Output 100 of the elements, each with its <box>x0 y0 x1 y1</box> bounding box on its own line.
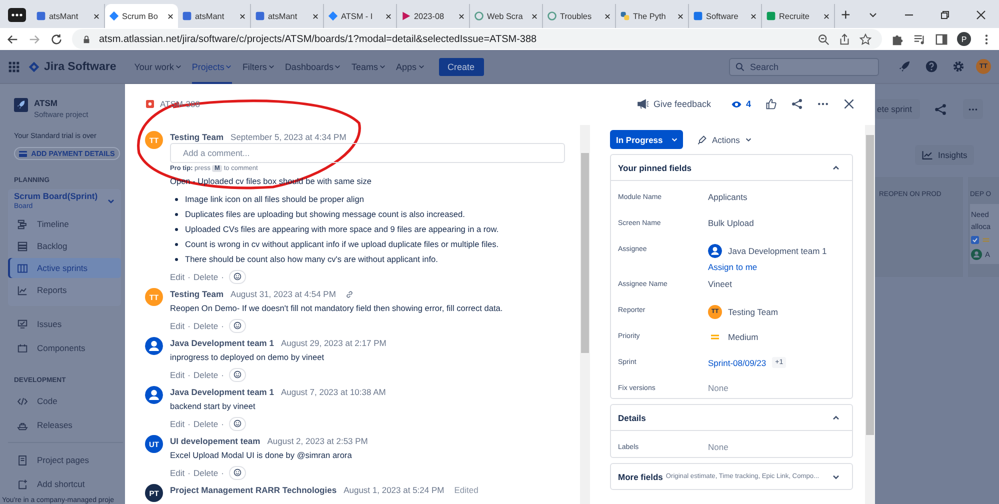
sidebar-item[interactable]: Active sprints <box>8 258 121 278</box>
profile-avatar[interactable]: P <box>957 32 971 46</box>
comment-action-link[interactable]: Edit <box>170 370 185 380</box>
project-name[interactable]: ATSM <box>34 98 88 108</box>
sidebar-item[interactable]: Backlog <box>8 236 121 256</box>
add-reaction-button[interactable] <box>228 416 246 430</box>
comment-author[interactable]: Java Development team 1 <box>170 338 274 348</box>
sidebar-item[interactable]: Add shortcut <box>8 474 123 494</box>
card-title[interactable]: Your pinned fields <box>618 162 692 172</box>
address-field[interactable]: atsm.atlassian.net/jira/software/c/projects/ATSM/boards/1?modal=detail&selectedIssue=ATSM-388 <box>72 29 882 49</box>
scrollbar[interactable] <box>580 125 590 504</box>
thumbs-up-icon[interactable] <box>765 98 777 110</box>
close-icon[interactable] <box>385 12 392 20</box>
status-dropdown[interactable]: In Progress <box>610 130 683 149</box>
comment-time[interactable]: August 2, 2023 at 2:53 PM <box>267 436 368 446</box>
field-value[interactable]: None <box>708 442 728 452</box>
complete-sprint-button[interactable]: ete sprint <box>875 99 920 119</box>
comment-author[interactable]: Project Management RARR Technologies <box>170 485 337 495</box>
create-button[interactable]: Create <box>438 58 484 76</box>
close-icon[interactable] <box>750 12 757 20</box>
comment-field[interactable]: Add a comment... <box>170 143 565 163</box>
puzzle-icon[interactable] <box>891 32 904 46</box>
field-value[interactable]: Testing Team <box>728 307 778 317</box>
assign-to-me-link[interactable]: Assign to me <box>708 262 827 272</box>
comment-author[interactable]: Testing Team <box>170 132 224 142</box>
board-name[interactable]: Scrum Board(Sprint) <box>14 191 107 201</box>
restore-icon[interactable] <box>939 9 951 21</box>
close-icon[interactable] <box>531 12 538 20</box>
rocket-icon[interactable] <box>898 60 911 73</box>
reload-icon[interactable] <box>50 32 63 46</box>
share-icon[interactable] <box>838 32 851 46</box>
comment-action-link[interactable]: Delete <box>194 418 218 428</box>
field-value[interactable]: Vineet <box>708 279 732 289</box>
app-grid-icon[interactable] <box>8 60 20 72</box>
comment-author[interactable]: UI developement team <box>170 436 260 446</box>
chevron-down-icon[interactable] <box>832 472 840 480</box>
product-name[interactable]: Jira Software <box>44 60 116 72</box>
field-value[interactable]: Bulk Upload <box>708 218 754 228</box>
field-value[interactable]: Java Development team 1 <box>728 246 827 256</box>
link-icon[interactable] <box>344 290 354 298</box>
sidebar-item[interactable]: Issues <box>8 314 123 334</box>
comment-author[interactable]: Java Development team 1 <box>170 387 274 397</box>
help-icon[interactable] <box>925 60 938 73</box>
close-icon[interactable] <box>975 9 987 21</box>
comment-time[interactable]: August 31, 2023 at 4:54 PM <box>230 289 336 299</box>
comment-action-link[interactable]: Delete <box>194 468 218 478</box>
media-icon[interactable] <box>913 32 926 46</box>
zoom-icon[interactable] <box>817 32 830 46</box>
comment-action-link[interactable]: Delete <box>194 272 218 282</box>
close-icon[interactable] <box>167 12 174 20</box>
close-icon[interactable] <box>604 12 611 20</box>
close-icon[interactable] <box>239 12 246 20</box>
jira-logo-icon[interactable] <box>28 60 40 72</box>
close-icon[interactable] <box>458 12 465 20</box>
nav-menu[interactable]: Teams <box>351 50 386 84</box>
chevron-up-icon[interactable] <box>832 414 840 422</box>
close-icon[interactable] <box>823 12 830 20</box>
comment-time[interactable]: August 7, 2023 at 10:38 AM <box>280 387 386 397</box>
sidebar-item[interactable]: Reports <box>8 280 121 300</box>
nav-menu[interactable]: Apps <box>396 50 424 84</box>
sidebar-item[interactable]: Code <box>8 391 123 411</box>
star-icon[interactable] <box>859 32 872 46</box>
field-value[interactable]: Medium <box>728 332 758 342</box>
card-title[interactable]: More fields <box>618 472 663 482</box>
comment-action-link[interactable]: Edit <box>170 418 185 428</box>
field-value[interactable]: Applicants <box>708 192 748 202</box>
add-reaction-button[interactable] <box>228 466 246 480</box>
comment-time[interactable]: September 5, 2023 at 4:34 PM <box>230 132 346 142</box>
watchers-button[interactable]: 4 <box>730 99 751 109</box>
comment-action-link[interactable]: Edit <box>170 320 185 330</box>
comment-action-link[interactable]: Edit <box>170 468 185 478</box>
sprint-link[interactable]: Sprint-08/09/23 <box>708 358 766 368</box>
new-tab-button[interactable]: + <box>841 8 850 24</box>
person-avatar-icon[interactable] <box>145 386 163 404</box>
actions-dropdown[interactable]: Actions <box>697 134 752 144</box>
field-value[interactable]: None <box>708 383 728 393</box>
card-title[interactable]: Details <box>618 412 646 422</box>
comment-action-link[interactable]: Edit <box>170 272 185 282</box>
insights-button[interactable]: Insights <box>915 145 974 165</box>
comment-time[interactable]: August 1, 2023 at 5:24 PM <box>344 485 444 495</box>
close-icon[interactable] <box>93 12 100 20</box>
add-reaction-button[interactable] <box>228 368 246 382</box>
sidebar-item[interactable]: Components <box>8 338 123 358</box>
comment-author[interactable]: Testing Team <box>170 289 224 299</box>
comment-action-link[interactable]: Delete <box>194 370 218 380</box>
nav-menu[interactable]: Dashboards <box>284 50 342 84</box>
scrollbar[interactable] <box>865 125 875 504</box>
share-icon[interactable] <box>791 98 803 110</box>
sidebar-item[interactable]: Timeline <box>8 214 121 234</box>
settings-icon[interactable] <box>952 60 965 73</box>
close-icon[interactable] <box>312 12 319 20</box>
add-reaction-button[interactable] <box>228 318 246 332</box>
back-icon[interactable] <box>6 32 19 46</box>
give-feedback-button[interactable]: Give feedback <box>637 99 711 109</box>
browser-tab[interactable]: Scrum Bo <box>105 4 178 28</box>
share-icon[interactable] <box>934 102 947 116</box>
add-reaction-button[interactable] <box>228 270 246 284</box>
chevron-up-icon[interactable] <box>832 164 840 172</box>
person-avatar-icon[interactable] <box>145 337 163 355</box>
comment-time[interactable]: August 29, 2023 at 2:17 PM <box>280 338 386 348</box>
